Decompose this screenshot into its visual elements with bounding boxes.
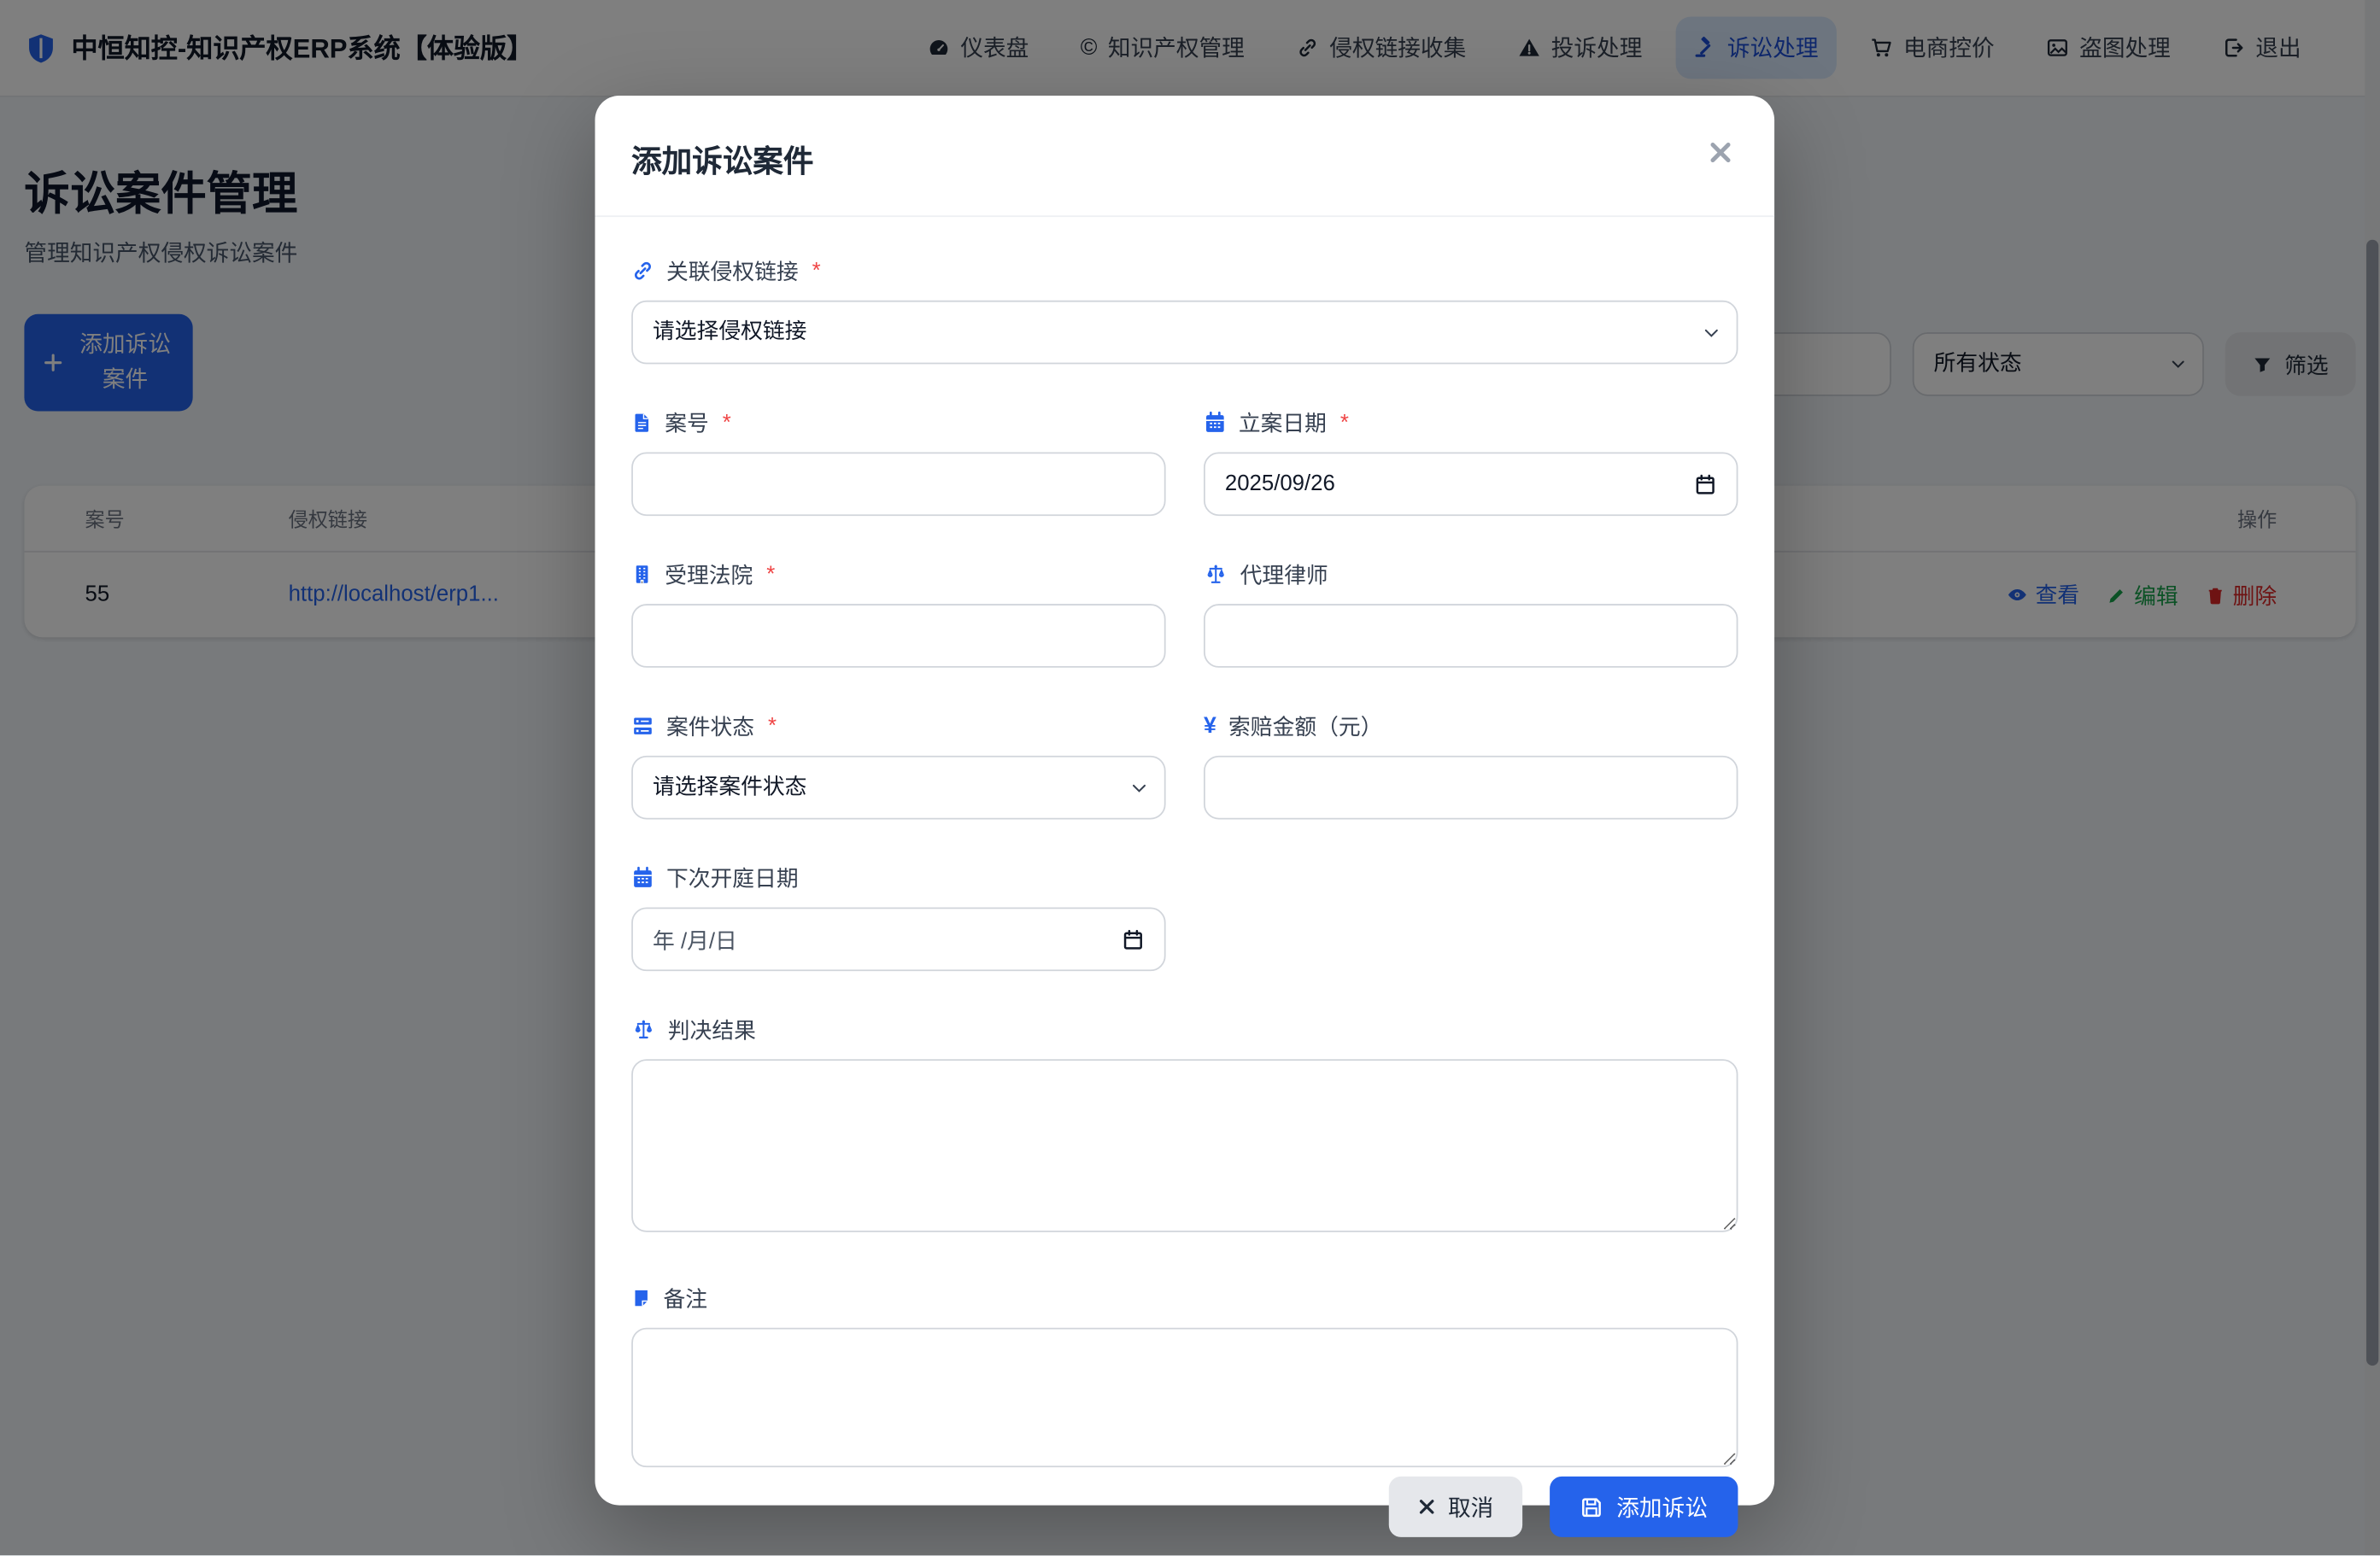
close-button[interactable] bbox=[1704, 137, 1736, 168]
filing-date-input[interactable]: 2025/09/26 bbox=[1204, 452, 1738, 516]
submit-button[interactable]: 添加诉讼 bbox=[1550, 1477, 1738, 1537]
screen: 中恒知控-知识产权ERP系统【体验版】 仪表盘 © 知识产权管理 侵权链接收集 … bbox=[0, 0, 2380, 1556]
field-judgement: 判决结果 bbox=[631, 1014, 1738, 1240]
remark-textarea[interactable] bbox=[631, 1328, 1738, 1467]
scale-icon bbox=[631, 1018, 655, 1041]
field-label-text: 索赔金额（元） bbox=[1228, 711, 1382, 742]
field-label-text: 代理律师 bbox=[1240, 559, 1328, 590]
field-label-text: 案件状态 bbox=[666, 711, 754, 742]
required-mark: * bbox=[1340, 411, 1349, 435]
case-no-input[interactable] bbox=[631, 452, 1165, 516]
field-label-text: 受理法院 bbox=[665, 559, 753, 590]
case-status-select[interactable]: 请选择案件状态 bbox=[631, 756, 1165, 820]
court-input[interactable] bbox=[631, 604, 1165, 668]
modal-form: 关联侵权链接 * 请选择侵权链接 案号 * bbox=[595, 217, 1775, 1475]
modal-footer: 取消 添加诉讼 bbox=[595, 1475, 1775, 1556]
required-mark: * bbox=[766, 562, 775, 586]
required-mark: * bbox=[768, 714, 777, 738]
field-label-text: 判决结果 bbox=[668, 1014, 756, 1045]
link-icon bbox=[631, 260, 654, 283]
modal-title: 添加诉讼案件 bbox=[631, 137, 1738, 181]
file-icon bbox=[631, 412, 653, 435]
field-infringement-link: 关联侵权链接 * 请选择侵权链接 bbox=[631, 255, 1738, 365]
judgement-textarea[interactable] bbox=[631, 1059, 1738, 1232]
note-icon bbox=[631, 1287, 651, 1310]
save-icon bbox=[1580, 1495, 1603, 1518]
field-filing-date: 立案日期 * 2025/09/26 bbox=[1204, 407, 1738, 516]
field-court: 受理法院 * bbox=[631, 559, 1165, 668]
field-label-text: 立案日期 bbox=[1239, 407, 1327, 438]
tasks-icon bbox=[631, 715, 654, 738]
date-picker-icon[interactable] bbox=[1694, 472, 1717, 495]
field-remark: 备注 bbox=[631, 1282, 1738, 1475]
field-label-text: 备注 bbox=[663, 1282, 707, 1313]
field-case-no: 案号 * bbox=[631, 407, 1165, 516]
field-label-text: 案号 bbox=[665, 407, 709, 438]
scale-icon bbox=[1204, 563, 1228, 586]
x-icon bbox=[1417, 1498, 1435, 1516]
date-picker-icon[interactable] bbox=[1122, 928, 1145, 951]
yen-icon: ¥ bbox=[1204, 715, 1216, 738]
field-next-hearing-date: 下次开庭日期 年 /月/日 bbox=[631, 862, 1165, 971]
field-claim-amount: ¥ 索赔金额（元） bbox=[1204, 711, 1738, 820]
modal-header: 添加诉讼案件 bbox=[595, 96, 1775, 217]
calendar-icon bbox=[1204, 412, 1227, 435]
claim-amount-input[interactable] bbox=[1204, 756, 1738, 820]
required-mark: * bbox=[812, 259, 821, 283]
lawyer-input[interactable] bbox=[1204, 604, 1738, 668]
field-case-status: 案件状态 * 请选择案件状态 bbox=[631, 711, 1165, 820]
field-lawyer: 代理律师 bbox=[1204, 559, 1738, 668]
calendar-icon bbox=[631, 867, 654, 890]
add-case-modal: 添加诉讼案件 关联侵权链接 * 请选择侵权链接 bbox=[595, 96, 1775, 1506]
next-hearing-date-input[interactable]: 年 /月/日 bbox=[631, 908, 1165, 972]
required-mark: * bbox=[723, 411, 731, 435]
field-label-text: 关联侵权链接 bbox=[666, 255, 799, 287]
close-icon bbox=[1708, 139, 1733, 165]
infringement-link-select[interactable]: 请选择侵权链接 bbox=[631, 301, 1738, 365]
cancel-button[interactable]: 取消 bbox=[1389, 1477, 1522, 1537]
field-label-text: 下次开庭日期 bbox=[666, 862, 799, 893]
building-icon bbox=[631, 563, 653, 586]
